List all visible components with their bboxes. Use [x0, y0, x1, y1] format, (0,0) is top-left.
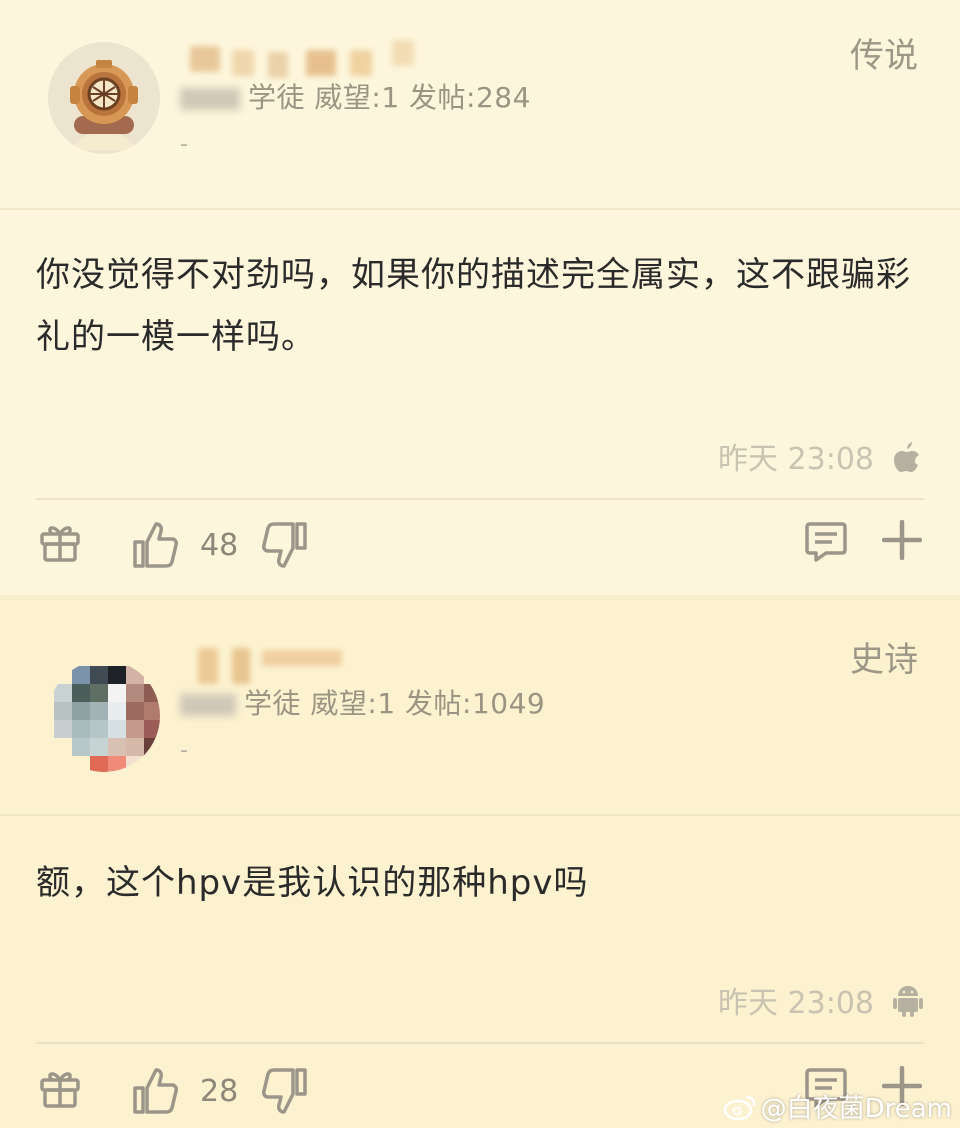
signature: -: [180, 738, 188, 763]
apple-icon: [894, 442, 919, 472]
username-blurred-part: [232, 50, 254, 76]
divider: [0, 208, 960, 210]
level-blurred: [180, 694, 236, 716]
timestamp: 昨天 23:08: [718, 986, 874, 1021]
divider: [36, 1042, 924, 1044]
like-count: 48: [200, 528, 239, 563]
timestamp: 昨天 23:08: [718, 442, 874, 477]
weibo-icon: [723, 1095, 756, 1120]
reply-content: 你没觉得不对劲吗，如果你的描述完全属实，这不跟骗彩礼的一模一样吗。: [36, 255, 911, 357]
user-meta: 学徒 威望:1 发帖:1049: [180, 682, 545, 722]
avatar[interactable]: [48, 660, 160, 772]
rank-badge: 传说: [850, 36, 918, 76]
watermark: @白夜菌Dream: [723, 1088, 952, 1125]
like-count: 28: [200, 1074, 239, 1109]
thumbs-up-icon[interactable]: [132, 1066, 178, 1116]
username-blurred[interactable]: [198, 648, 218, 684]
user-meta-text: 学徒 威望:1 发帖:1049: [244, 687, 546, 720]
username-blurred-part: [268, 52, 288, 78]
username-blurred-part: [392, 40, 414, 66]
user-meta-text: 学徒 威望:1 发帖:284: [248, 81, 531, 114]
divider: [36, 498, 924, 500]
username-blurred-part: [306, 50, 336, 76]
thumbs-down-icon[interactable]: [262, 1066, 308, 1116]
reply-card: 学徒 威望:1 发帖:284 - 传说 你没觉得不对劲吗，如果你的描述完全属实，…: [0, 0, 960, 600]
username-blurred-part: [262, 650, 342, 666]
username-blurred-part: [232, 648, 250, 684]
plus-icon[interactable]: [882, 520, 922, 560]
level-blurred: [180, 88, 240, 110]
username-blurred-part: [350, 50, 372, 76]
thumbs-down-icon[interactable]: [262, 520, 308, 570]
avatar[interactable]: [48, 42, 160, 154]
android-icon: [893, 986, 923, 1017]
user-meta: 学徒 威望:1 发帖:284: [180, 76, 531, 116]
reply-content: 额，这个hpv是我认识的那种hpv吗: [36, 863, 589, 903]
divider: [0, 814, 960, 816]
gift-icon[interactable]: [38, 1066, 82, 1110]
diver-helmet-icon: [48, 42, 160, 154]
gift-icon[interactable]: [38, 520, 82, 564]
watermark-text: @白夜菌Dream: [760, 1094, 952, 1124]
rank-badge: 史诗: [850, 640, 918, 680]
signature: -: [180, 132, 188, 157]
action-bar: 48: [0, 520, 960, 580]
comment-icon[interactable]: [804, 520, 848, 564]
thumbs-up-icon[interactable]: [132, 520, 178, 570]
pixelated-avatar-image: [48, 660, 160, 772]
username-blurred[interactable]: [190, 46, 220, 72]
screen: 学徒 威望:1 发帖:284 - 传说 你没觉得不对劲吗，如果你的描述完全属实，…: [0, 0, 960, 1128]
